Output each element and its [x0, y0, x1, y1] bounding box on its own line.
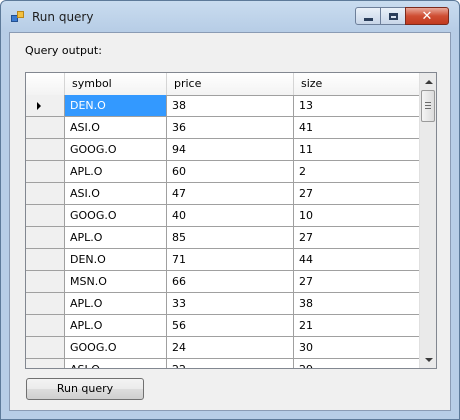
cell-price[interactable]: 38 — [167, 95, 294, 117]
cell-price[interactable]: 66 — [167, 271, 294, 293]
cell-symbol[interactable]: ASI.O — [65, 183, 167, 205]
scroll-down-arrow-icon — [424, 357, 433, 362]
column-header-price[interactable]: price — [167, 73, 294, 95]
row-header[interactable] — [26, 249, 65, 271]
cell-size[interactable]: 29 — [294, 359, 421, 368]
maximize-icon — [388, 12, 398, 20]
client-area: Query output: symbol price size DEN.O 38 1… — [9, 32, 451, 411]
cell-price[interactable]: 47 — [167, 183, 294, 205]
table-row[interactable]: ASI.O 36 41 — [26, 117, 421, 139]
table-row[interactable]: APL.O 60 2 — [26, 161, 421, 183]
query-output-label: Query output: — [25, 44, 102, 57]
table-row[interactable]: DEN.O 38 13 — [26, 95, 421, 117]
query-output-grid[interactable]: symbol price size DEN.O 38 13 ASI.O 36 41 GOOG… — [25, 72, 437, 369]
scroll-down-button[interactable] — [420, 351, 436, 368]
table-row[interactable]: GOOG.O 40 10 — [26, 205, 421, 227]
cell-price[interactable]: 24 — [167, 337, 294, 359]
grid-header-row: symbol price size — [26, 73, 421, 96]
cell-price[interactable]: 36 — [167, 117, 294, 139]
cell-size[interactable]: 44 — [294, 249, 421, 271]
table-row[interactable]: APL.O 33 38 — [26, 293, 421, 315]
cell-price[interactable]: 94 — [167, 139, 294, 161]
cell-symbol[interactable]: GOOG.O — [65, 337, 167, 359]
table-row[interactable]: DEN.O 71 44 — [26, 249, 421, 271]
row-header[interactable] — [26, 359, 65, 368]
cell-symbol[interactable]: GOOG.O — [65, 139, 167, 161]
cell-price[interactable]: 60 — [167, 161, 294, 183]
cell-size[interactable]: 27 — [294, 271, 421, 293]
row-header[interactable] — [26, 161, 65, 183]
column-header-size[interactable]: size — [294, 73, 421, 95]
title-bar[interactable]: Run query ✕ — [1, 1, 459, 33]
close-button[interactable]: ✕ — [405, 7, 449, 25]
table-row[interactable]: ASI.O2229 — [26, 359, 421, 368]
cell-size[interactable]: 21 — [294, 315, 421, 337]
cell-symbol[interactable]: DEN.O — [65, 249, 167, 271]
row-header[interactable] — [26, 293, 65, 315]
cell-price[interactable]: 33 — [167, 293, 294, 315]
cell-size[interactable]: 30 — [294, 337, 421, 359]
scroll-up-arrow-icon — [424, 79, 433, 84]
cell-size[interactable]: 11 — [294, 139, 421, 161]
cell-size[interactable]: 2 — [294, 161, 421, 183]
cell-symbol[interactable]: GOOG.O — [65, 205, 167, 227]
cell-price[interactable]: 22 — [167, 359, 294, 368]
minimize-icon — [363, 17, 373, 21]
run-query-button[interactable]: Run query — [26, 378, 144, 400]
cell-size[interactable]: 38 — [294, 293, 421, 315]
cell-size[interactable]: 13 — [294, 95, 421, 117]
cell-symbol[interactable]: ASI.O — [65, 117, 167, 139]
cell-symbol[interactable]: APL.O — [65, 315, 167, 337]
vertical-scrollbar[interactable] — [419, 73, 436, 368]
table-row[interactable]: GOOG.O 94 11 — [26, 139, 421, 161]
window: Run query ✕ Query output: symbol price s… — [0, 0, 460, 420]
column-header-symbol[interactable]: symbol — [65, 73, 167, 95]
row-header[interactable] — [26, 95, 65, 117]
row-header[interactable] — [26, 315, 65, 337]
scroll-thumb[interactable] — [421, 90, 435, 122]
cell-price[interactable]: 85 — [167, 227, 294, 249]
cell-price[interactable]: 56 — [167, 315, 294, 337]
cell-symbol[interactable]: APL.O — [65, 161, 167, 183]
scroll-up-button[interactable] — [420, 73, 436, 90]
cell-symbol[interactable]: APL.O — [65, 293, 167, 315]
cell-symbol[interactable]: APL.O — [65, 227, 167, 249]
cell-size[interactable]: 27 — [294, 227, 421, 249]
row-header[interactable] — [26, 227, 65, 249]
cell-size[interactable]: 10 — [294, 205, 421, 227]
window-title: Run query — [32, 10, 94, 24]
maximize-button[interactable] — [380, 7, 406, 25]
cell-price[interactable]: 40 — [167, 205, 294, 227]
row-header[interactable] — [26, 183, 65, 205]
current-row-arrow-icon — [37, 102, 41, 110]
table-row[interactable]: GOOG.O 24 30 — [26, 337, 421, 359]
close-icon: ✕ — [421, 8, 433, 24]
caption-buttons: ✕ — [355, 7, 449, 27]
row-header[interactable] — [26, 117, 65, 139]
app-icon[interactable] — [11, 11, 25, 23]
table-row[interactable]: ASI.O 47 27 — [26, 183, 421, 205]
table-row[interactable]: APL.O 56 21 — [26, 315, 421, 337]
minimize-button[interactable] — [355, 7, 381, 25]
cell-symbol[interactable]: ASI.O — [65, 359, 167, 368]
row-header[interactable] — [26, 139, 65, 161]
cell-size[interactable]: 27 — [294, 183, 421, 205]
row-header[interactable] — [26, 205, 65, 227]
cell-size[interactable]: 41 — [294, 117, 421, 139]
grid-viewport: symbol price size DEN.O 38 13 ASI.O 36 41 GOOG… — [26, 73, 421, 368]
row-header[interactable] — [26, 271, 65, 293]
cell-symbol[interactable]: MSN.O — [65, 271, 167, 293]
table-row[interactable]: APL.O 85 27 — [26, 227, 421, 249]
cell-symbol[interactable]: DEN.O — [65, 95, 167, 117]
cell-price[interactable]: 71 — [167, 249, 294, 271]
grid-rows: DEN.O 38 13 ASI.O 36 41 GOOG.O 94 11 APL.O 60 2 ASI.… — [26, 95, 421, 368]
grid-corner-header[interactable] — [26, 73, 65, 95]
row-header[interactable] — [26, 337, 65, 359]
table-row[interactable]: MSN.O 66 27 — [26, 271, 421, 293]
